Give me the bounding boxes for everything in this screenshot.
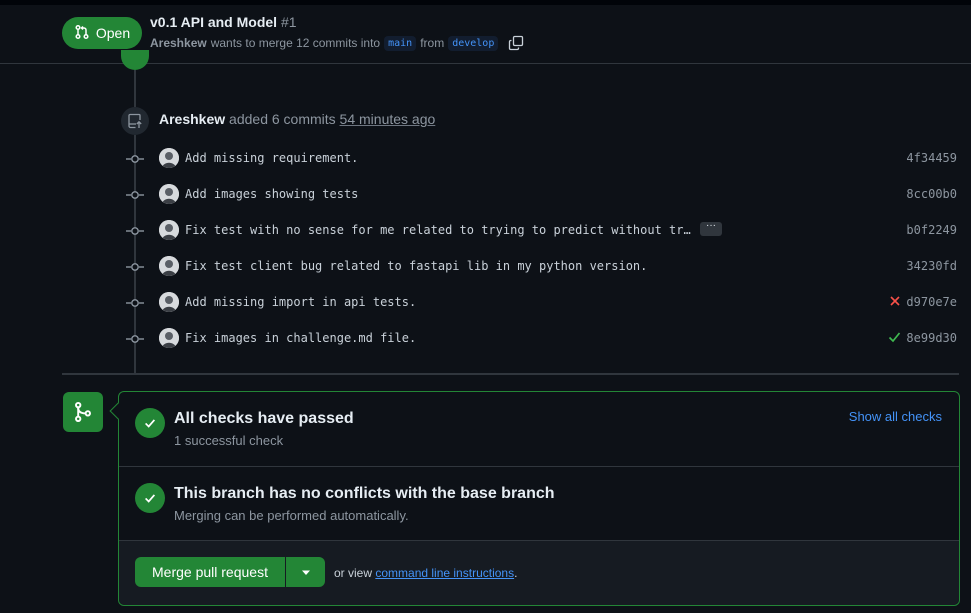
git-commit-icon: [126, 295, 144, 311]
merge-actions: Merge pull request or view command line …: [119, 541, 959, 605]
merge-pull-request-button[interactable]: Merge pull request: [135, 557, 285, 587]
avatar[interactable]: [159, 256, 179, 276]
head-branch[interactable]: develop: [448, 35, 499, 51]
merge-method-dropdown[interactable]: [286, 557, 325, 587]
checks-title: All checks have passed: [174, 410, 354, 427]
timeline-divider: [62, 373, 959, 375]
pr-number: #1: [280, 14, 297, 30]
git-commit-icon: [126, 151, 144, 167]
period: .: [514, 566, 518, 580]
check-icon: [135, 408, 165, 438]
commit-sha[interactable]: 4f34459: [906, 151, 957, 165]
commit-message[interactable]: Fix test with no sense for me related to…: [185, 223, 691, 237]
triangle-down-icon: [301, 563, 311, 581]
avatar[interactable]: [159, 292, 179, 312]
avatar[interactable]: [159, 184, 179, 204]
conflicts-title: This branch has no conflicts with the ba…: [174, 485, 555, 502]
git-pull-request-icon: [74, 24, 90, 43]
expand-commit-message-button[interactable]: ···: [700, 221, 722, 236]
event-author[interactable]: Areshkew: [159, 111, 225, 127]
commit-message[interactable]: Fix test client bug related to fastapi l…: [185, 259, 647, 273]
repo-push-icon: [121, 107, 149, 135]
pr-subtitle: Areshkew wants to merge 12 commits into …: [150, 35, 524, 51]
x-icon[interactable]: [889, 294, 901, 312]
show-all-checks-link[interactable]: Show all checks: [849, 409, 942, 424]
cli-hint: or view command line instructions.: [334, 566, 517, 580]
commit-message[interactable]: Add missing requirement.: [185, 151, 358, 165]
or-view-text: or view: [334, 566, 373, 580]
base-branch[interactable]: main: [384, 35, 417, 51]
merge-box: All checks have passed 1 successful chec…: [118, 391, 960, 606]
git-commit-icon: [126, 223, 144, 239]
pr-merge-text: wants to merge 12 commits into: [210, 36, 381, 50]
check-icon[interactable]: [888, 330, 901, 348]
commit-sha[interactable]: 34230fd: [906, 259, 957, 273]
commit-row: Fix test client bug related to fastapi l…: [126, 255, 962, 279]
git-commit-icon: [126, 331, 144, 347]
pr-from-text: from: [420, 36, 445, 50]
commit-row: Add missing requirement. 4f34459: [126, 147, 962, 171]
event-time[interactable]: 54 minutes ago: [340, 111, 436, 127]
commit-sha[interactable]: 8cc00b0: [906, 187, 957, 201]
commit-sha[interactable]: 8e99d30: [906, 331, 957, 345]
avatar[interactable]: [159, 148, 179, 168]
event-text: added 6 commits: [229, 111, 336, 127]
commit-row: Add images showing tests 8cc00b0: [126, 183, 962, 207]
commit-message[interactable]: Fix images in challenge.md file.: [185, 331, 416, 345]
checks-subtitle: 1 successful check: [174, 433, 284, 448]
pr-title-text: v0.1 API and Model: [150, 14, 278, 30]
avatar[interactable]: [159, 328, 179, 348]
pr-title: v0.1 API and Model #1: [150, 14, 297, 30]
command-line-instructions-link[interactable]: command line instructions: [375, 566, 514, 580]
git-commit-icon: [126, 259, 144, 275]
git-commit-icon: [126, 187, 144, 203]
timeline-line: [134, 70, 136, 107]
conflicts-subtitle: Merging can be performed automatically.: [174, 508, 409, 523]
timeline-event-badge: [121, 50, 149, 70]
pr-state-label: Open: [95, 25, 131, 41]
commit-sha[interactable]: d970e7e: [906, 295, 957, 309]
copy-icon[interactable]: [508, 35, 524, 51]
conflicts-section: This branch has no conflicts with the ba…: [119, 467, 959, 541]
checks-section: All checks have passed 1 successful chec…: [119, 392, 959, 467]
pr-author[interactable]: Areshkew: [150, 36, 207, 50]
commit-row: Fix test with no sense for me related to…: [126, 219, 962, 243]
avatar[interactable]: [159, 220, 179, 240]
pr-state-badge: Open: [62, 17, 142, 49]
commit-sha[interactable]: b0f2249: [906, 223, 957, 237]
commits-added-event: Areshkew added 6 commits 54 minutes ago: [159, 111, 435, 127]
git-merge-icon: [63, 392, 103, 432]
commit-row: Fix images in challenge.md file. 8e99d30: [126, 327, 962, 351]
check-icon: [135, 483, 165, 513]
commit-message[interactable]: Add missing import in api tests.: [185, 295, 416, 309]
commit-row: Add missing import in api tests. d970e7e: [126, 291, 962, 315]
commit-message[interactable]: Add images showing tests: [185, 187, 358, 201]
